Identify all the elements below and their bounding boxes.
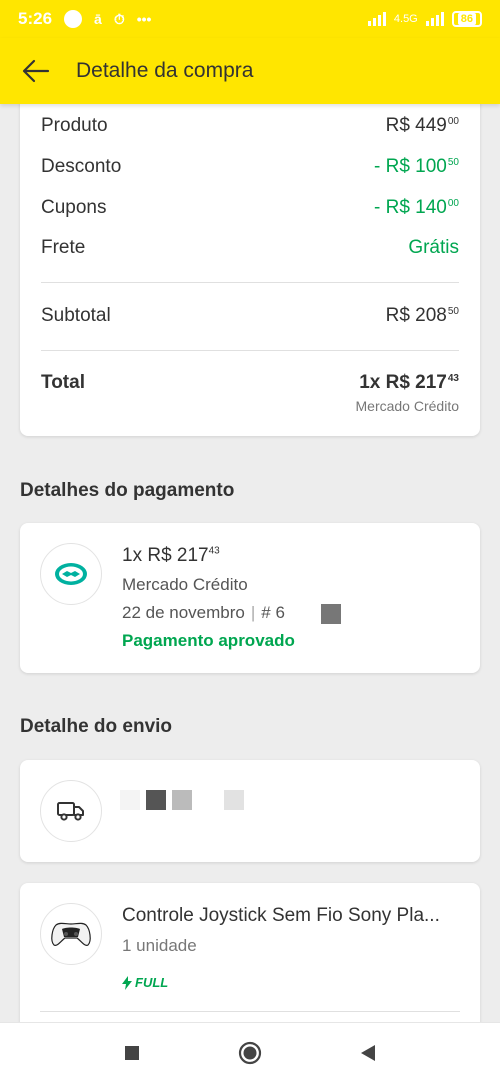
- payment-section-title: Detalhes do pagamento: [20, 480, 235, 501]
- lightning-icon: [122, 975, 132, 990]
- back-button[interactable]: [20, 55, 52, 87]
- triangle-back-icon: [361, 1045, 375, 1061]
- divider: [41, 350, 459, 351]
- notification-icon: [64, 10, 83, 28]
- square-icon: [125, 1046, 139, 1060]
- product-quantity: 1 unidade: [122, 936, 197, 955]
- payment-operation: # 6: [261, 603, 285, 622]
- payment-date-line: 22 de novembro | # 6: [122, 603, 341, 624]
- battery-icon: 86: [451, 11, 482, 27]
- product-card[interactable]: Controle Joystick Sem Fio Sony Pla... 1 …: [20, 883, 480, 1022]
- redacted-block: [320, 603, 341, 624]
- subtotal-label: Subtotal: [41, 305, 111, 326]
- recents-button[interactable]: [117, 1038, 147, 1068]
- shipping-section-title: Detalhe do envio: [20, 716, 173, 737]
- system-nav-bar: [0, 1022, 500, 1083]
- product-image-wrap: [40, 903, 102, 965]
- payment-method-icon-wrap: [40, 543, 102, 605]
- produto-row: Produto R$ 44900: [41, 115, 459, 137]
- payment-card[interactable]: 1x R$ 21743 Mercado Crédito 22 de novemb…: [20, 523, 480, 673]
- cupons-label: Cupons: [41, 197, 107, 218]
- page-title: Detalhe da compra: [76, 59, 254, 82]
- payment-status: Pagamento aprovado: [122, 631, 295, 650]
- full-badge-label: FULL: [135, 975, 169, 990]
- separator: |: [250, 603, 256, 622]
- frete-label: Frete: [41, 237, 86, 258]
- ps5-controller-icon: [51, 922, 91, 946]
- status-time: 5:26: [18, 9, 53, 28]
- total-payment-method: Mercado Crédito: [355, 398, 460, 414]
- arrow-left-icon: [22, 59, 50, 83]
- subtotal-value: R$ 20850: [385, 305, 459, 326]
- content-scroll[interactable]: Produto R$ 44900 Desconto - R$ 10050 Cup…: [0, 104, 500, 1022]
- produto-value: R$ 44900: [385, 115, 459, 136]
- signal-icon: [367, 12, 386, 26]
- product-title: Controle Joystick Sem Fio Sony Pla...: [122, 905, 440, 926]
- home-button[interactable]: [235, 1038, 265, 1068]
- frete-row: Frete Grátis: [41, 237, 459, 259]
- produto-label: Produto: [41, 115, 108, 136]
- total-label: Total: [41, 372, 85, 393]
- battery-level: 86: [457, 13, 476, 25]
- total-value: 1x R$ 21743: [359, 372, 459, 393]
- desconto-label: Desconto: [41, 156, 122, 177]
- signal-2-icon: [425, 12, 444, 26]
- notification-app-icon: ⏱: [113, 10, 125, 27]
- divider: [41, 282, 459, 283]
- status-left: 5:26 ā ⏱ •••: [18, 9, 151, 29]
- divider: [40, 1011, 460, 1012]
- desconto-row: Desconto - R$ 10050: [41, 156, 459, 178]
- status-bar: 5:26 ā ⏱ ••• 4.5G 86: [0, 0, 500, 38]
- desconto-value: - R$ 10050: [374, 156, 459, 177]
- shipping-icon-wrap: [40, 780, 102, 842]
- notification-a-icon: ā: [94, 11, 102, 27]
- subtotal-row: Subtotal R$ 20850: [41, 305, 459, 327]
- payment-date: 22 de novembro: [122, 603, 245, 622]
- full-badge: FULL: [122, 975, 168, 990]
- status-right: 4.5G 86: [367, 11, 482, 27]
- truck-icon: [57, 802, 84, 821]
- total-row: Total 1x R$ 21743: [41, 372, 459, 394]
- back-nav-button[interactable]: [353, 1038, 383, 1068]
- home-circle-icon: [238, 1041, 262, 1065]
- app-bar: Detalhe da compra: [0, 38, 500, 104]
- network-type: 4.5G: [393, 13, 418, 25]
- more-notifications-icon: •••: [136, 11, 152, 27]
- purchase-summary-card: Produto R$ 44900 Desconto - R$ 10050 Cup…: [20, 104, 480, 436]
- payment-amount: 1x R$ 21743: [122, 545, 220, 566]
- redacted-shipping-info: [120, 790, 244, 810]
- shipping-card[interactable]: [20, 760, 480, 862]
- mercado-credito-handshake-icon: [55, 563, 87, 585]
- frete-value: Grátis: [408, 237, 459, 258]
- payment-method: Mercado Crédito: [122, 575, 248, 594]
- cupons-value: - R$ 14000: [374, 197, 459, 218]
- cupons-row: Cupons - R$ 14000: [41, 197, 459, 219]
